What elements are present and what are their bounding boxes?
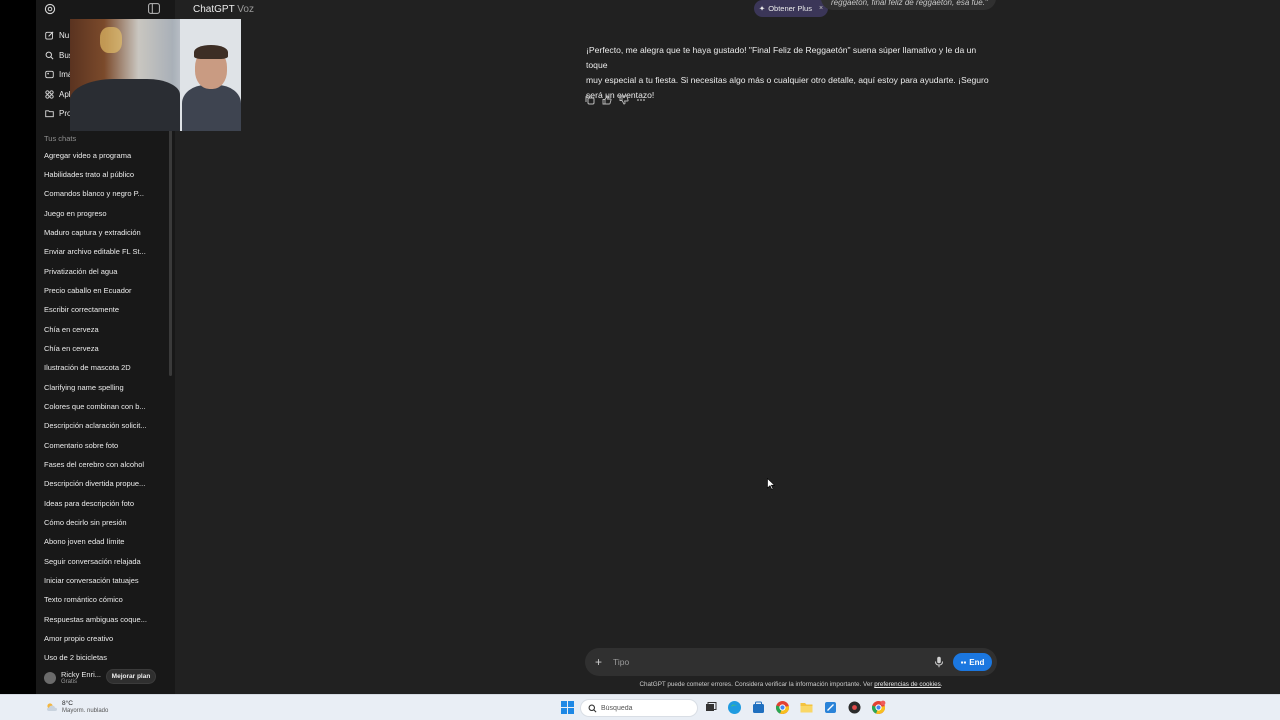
app-title: ChatGPT bbox=[193, 4, 235, 15]
chats-section-title: Tus chats bbox=[44, 133, 77, 143]
windows-start-icon[interactable] bbox=[561, 701, 574, 714]
webcam-person bbox=[194, 45, 228, 59]
get-plus-button[interactable]: ✦ Obtener Plus × bbox=[754, 0, 828, 17]
new-chat-icon bbox=[45, 31, 54, 40]
taskbar: 8°C Mayorm. nublado bbox=[0, 694, 1280, 720]
assistant-message: ¡Perfecto, me alegra que te haya gustado… bbox=[586, 43, 998, 103]
message-actions bbox=[585, 95, 646, 105]
assistant-message-line: muy especial a tu fiesta. Si necesitas a… bbox=[586, 75, 989, 85]
chat-item[interactable]: Chía en cerveza bbox=[36, 320, 162, 339]
webcam-overlay bbox=[70, 19, 241, 131]
thumbs-up-icon[interactable] bbox=[602, 95, 612, 105]
chat-item[interactable]: Ilustración de mascota 2D bbox=[36, 358, 162, 377]
upgrade-plan-button[interactable]: Mejorar plan bbox=[106, 669, 156, 684]
chat-item[interactable]: Cómo decirlo sin presión bbox=[36, 513, 162, 532]
chat-item[interactable]: Descripción divertida propue... bbox=[36, 474, 162, 493]
taskbar-search-input[interactable] bbox=[601, 703, 691, 714]
chat-item[interactable]: Clarifying name spelling bbox=[36, 378, 162, 397]
chat-item[interactable]: Comandos blanco y negro P... bbox=[36, 184, 162, 203]
disclaimer-suffix: . bbox=[940, 681, 943, 688]
weather-description: Mayorm. nublado bbox=[62, 708, 109, 714]
chat-item[interactable]: Chía en cerveza bbox=[36, 339, 162, 358]
chat-item[interactable]: Maduro captura y extradición bbox=[36, 223, 162, 242]
file-explorer-icon[interactable] bbox=[799, 700, 814, 715]
chat-item[interactable]: Juego en progreso bbox=[36, 204, 162, 223]
sidebar-scrollbar[interactable] bbox=[169, 120, 172, 376]
sidebar-item-label: Apl bbox=[59, 89, 71, 99]
snipping-tool-icon[interactable] bbox=[823, 700, 838, 715]
end-voice-label: End bbox=[969, 657, 985, 667]
chat-item[interactable]: Privatización del agua bbox=[36, 262, 162, 281]
sidebar-header bbox=[36, 0, 175, 18]
webcam-background bbox=[100, 27, 122, 53]
edge-icon[interactable] bbox=[727, 700, 742, 715]
cookie-preferences-link[interactable]: preferencias de cookies bbox=[874, 681, 941, 688]
voice-wave-icon: ▪▪ bbox=[960, 657, 967, 667]
disclaimer: ChatGPT puede cometer errores. Considera… bbox=[585, 681, 997, 688]
chat-item[interactable]: Escribir correctamente bbox=[36, 300, 162, 319]
message-input[interactable] bbox=[613, 655, 913, 669]
mouse-cursor-icon bbox=[767, 478, 775, 490]
chat-item[interactable]: Descripción aclaración solicit... bbox=[36, 416, 162, 435]
chat-item[interactable]: Comentario sobre foto bbox=[36, 436, 162, 455]
chat-item[interactable]: Colores que combinan con b... bbox=[36, 397, 162, 416]
user-plan: Gratis bbox=[61, 679, 78, 685]
weather-temperature: 8°C bbox=[62, 700, 73, 707]
sidebar-item-label: Nu bbox=[59, 31, 70, 41]
chat-item[interactable]: Abono joven edad límite bbox=[36, 532, 162, 551]
chat-item[interactable]: Iniciar conversación tatuajes bbox=[36, 571, 162, 590]
folder-icon bbox=[45, 110, 54, 118]
chat-item[interactable]: Fases del cerebro con alcohol bbox=[36, 455, 162, 474]
disclaimer-text: ChatGPT puede cometer errores. Considera… bbox=[639, 681, 875, 688]
apps-icon bbox=[45, 90, 54, 99]
chat-item[interactable]: Precio caballo en Ecuador bbox=[36, 281, 162, 300]
more-icon[interactable] bbox=[636, 95, 646, 105]
chat-item[interactable]: Habilidades trato al público bbox=[36, 165, 162, 184]
avatar[interactable] bbox=[44, 672, 56, 684]
chat-item[interactable]: Seguir conversación relajada bbox=[36, 552, 162, 571]
assistant-message-line: será un eventazo! bbox=[586, 90, 655, 100]
end-voice-button[interactable]: ▪▪ End bbox=[953, 653, 992, 671]
chat-item[interactable]: Enviar archivo editable FL St... bbox=[36, 242, 162, 261]
user-message-bubble: reggaetón, final feliz de reggaetón, esa… bbox=[821, 0, 996, 10]
app-subtitle: Voz bbox=[237, 4, 254, 15]
close-icon[interactable]: × bbox=[819, 5, 823, 12]
composer: + ▪▪ End bbox=[585, 648, 997, 676]
taskbar-search[interactable] bbox=[580, 699, 698, 717]
webcam-person bbox=[182, 85, 241, 131]
model-selector[interactable]: ChatGPT Voz bbox=[193, 4, 254, 15]
chat-item[interactable]: Amor propio creativo bbox=[36, 629, 162, 648]
app-icon[interactable] bbox=[847, 700, 862, 715]
sparkle-icon: ✦ bbox=[758, 4, 766, 13]
user-name: Ricky Enri... bbox=[61, 670, 102, 679]
cloudy-icon bbox=[47, 703, 57, 711]
chrome-profile-icon[interactable] bbox=[871, 700, 886, 715]
store-icon[interactable] bbox=[751, 700, 766, 715]
openai-logo-icon[interactable] bbox=[44, 3, 56, 15]
search-icon bbox=[45, 51, 54, 60]
chat-item[interactable]: Respuestas ambiguas coque... bbox=[36, 610, 162, 629]
copy-icon[interactable] bbox=[585, 95, 595, 105]
chrome-icon[interactable] bbox=[775, 700, 790, 715]
get-plus-label: Obtener Plus bbox=[768, 4, 812, 13]
thumbs-down-icon[interactable] bbox=[619, 95, 629, 105]
user-profile[interactable]: Ricky Enri... Gratis Mejorar plan bbox=[36, 664, 175, 694]
search-icon bbox=[588, 704, 597, 713]
add-attachment-icon[interactable]: + bbox=[595, 655, 602, 669]
microphone-icon[interactable] bbox=[934, 656, 944, 668]
task-view-icon[interactable] bbox=[703, 700, 718, 715]
chat-item[interactable]: Ideas para descripción foto bbox=[36, 494, 162, 513]
chat-item[interactable]: Agregar video a programa bbox=[36, 146, 162, 165]
image-icon bbox=[45, 71, 54, 79]
assistant-message-line: ¡Perfecto, me alegra que te haya gustado… bbox=[586, 45, 977, 70]
chat-item[interactable]: Texto romántico cómico bbox=[36, 590, 162, 609]
webcam-background bbox=[70, 79, 180, 131]
sidebar-toggle-icon[interactable] bbox=[148, 3, 160, 14]
chat-list: Agregar video a programa Habilidades tra… bbox=[36, 146, 175, 668]
